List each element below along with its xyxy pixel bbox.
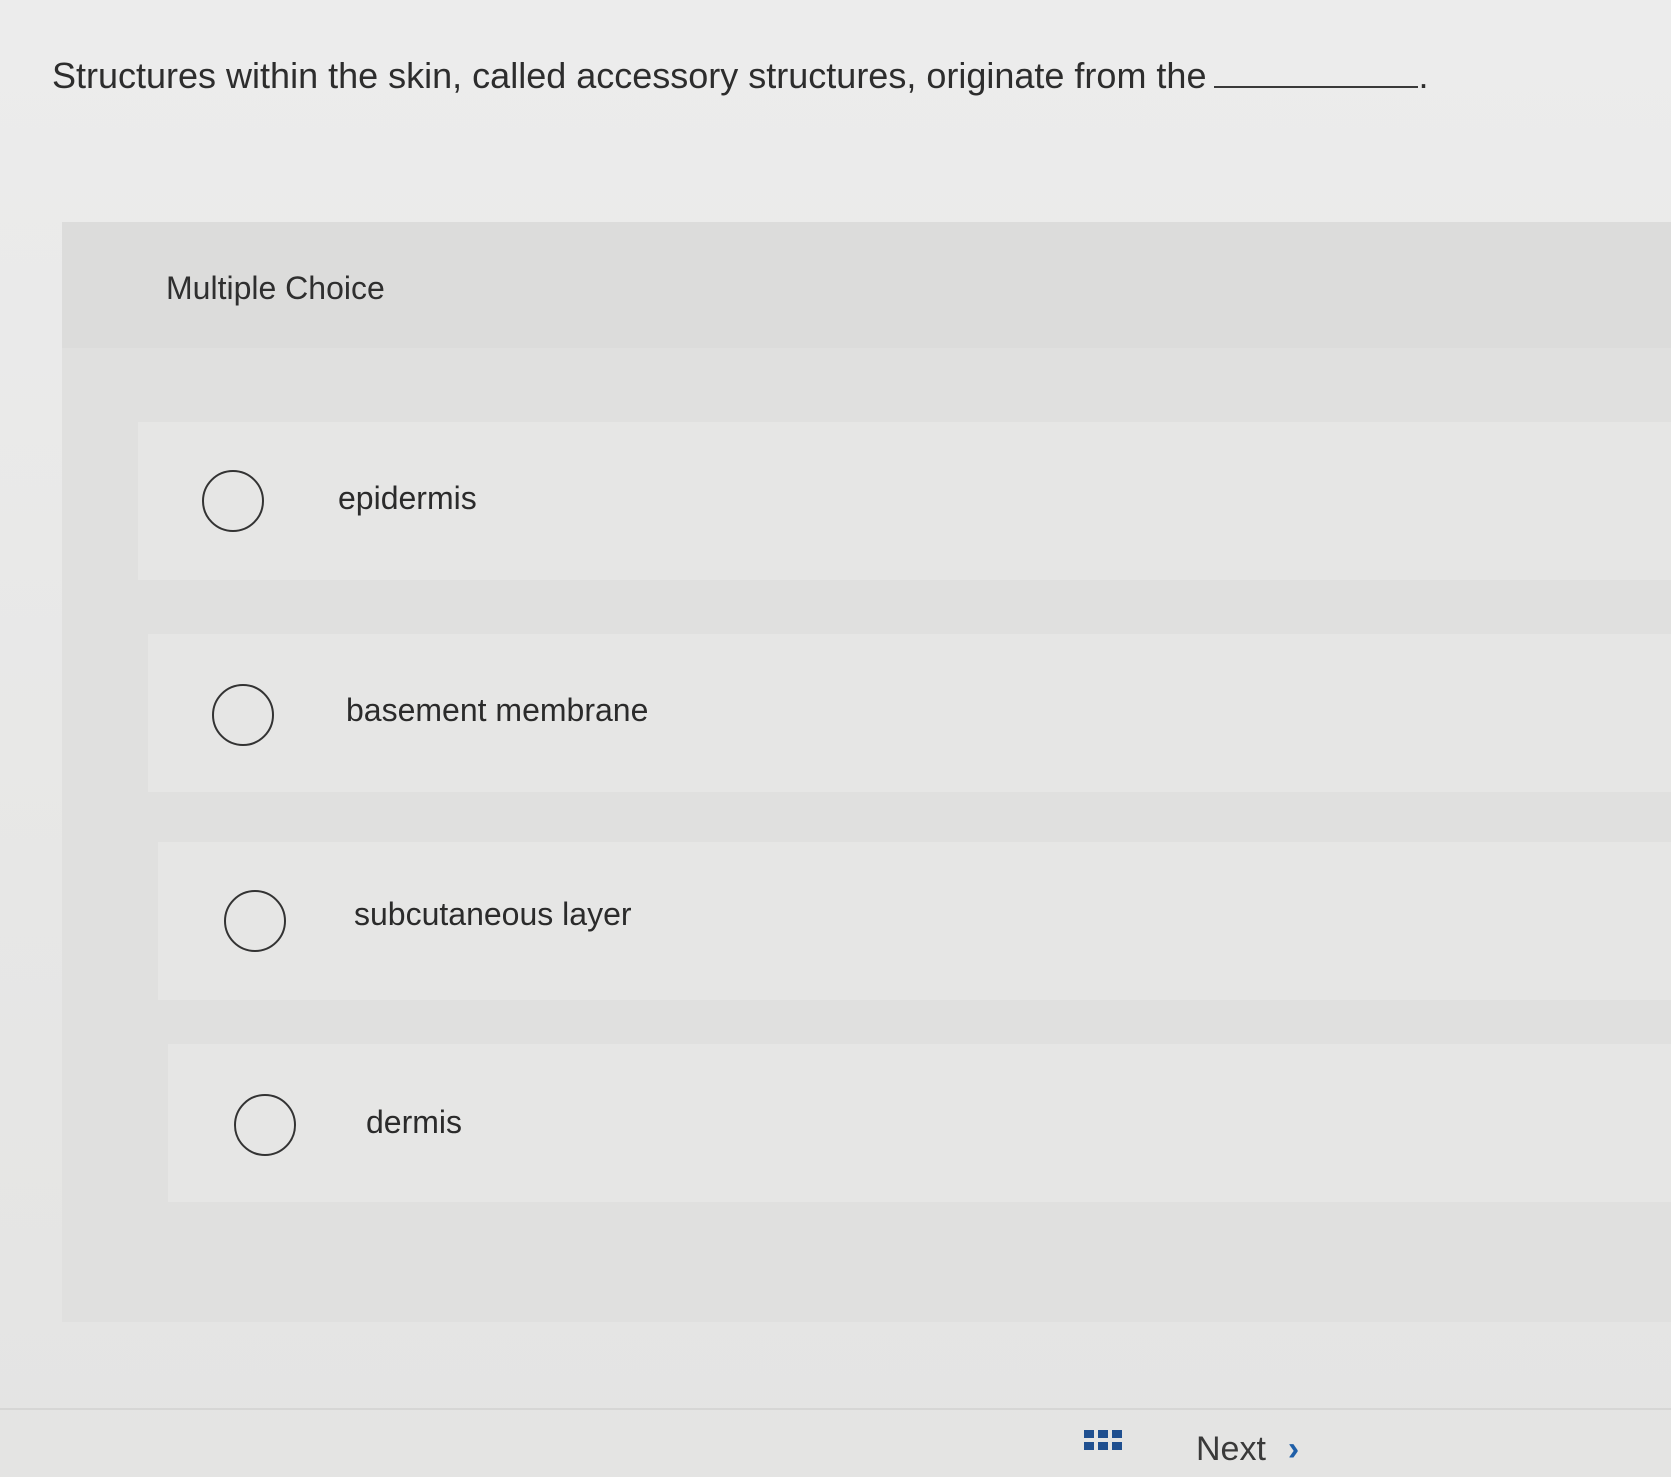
footer-nav: Next › [0, 1410, 1671, 1477]
choice-header: Multiple Choice [62, 222, 1671, 348]
choice-option-dermis[interactable]: dermis [168, 1044, 1671, 1202]
radio-button-icon[interactable] [224, 890, 286, 952]
multiple-choice-panel: Multiple Choice epidermis basement membr… [62, 222, 1671, 1322]
choice-label: dermis [366, 1104, 463, 1140]
choice-label: subcutaneous layer [354, 896, 632, 932]
radio-button-icon[interactable] [234, 1094, 296, 1156]
question-suffix: . [1418, 55, 1429, 96]
question-text: Structures within the skin, called acces… [52, 55, 1207, 96]
next-button[interactable]: Next › [1196, 1430, 1299, 1469]
chevron-right-icon: › [1287, 1430, 1300, 1468]
radio-button-icon[interactable] [212, 684, 274, 746]
choice-label: basement membrane [346, 692, 649, 728]
quiz-page: Structures within the skin, called acces… [0, 0, 1671, 1477]
question-type-label: Multiple Choice [166, 270, 385, 306]
radio-button-icon[interactable] [202, 470, 264, 532]
answer-blank [1214, 54, 1419, 88]
choice-option-subcutaneous-layer[interactable]: subcutaneous layer [158, 842, 1671, 1000]
choice-option-epidermis[interactable]: epidermis [138, 422, 1671, 580]
next-label: Next [1196, 1430, 1266, 1468]
grid-icon[interactable] [1084, 1430, 1124, 1450]
question-prompt: Structures within the skin, called acces… [52, 52, 1429, 100]
choice-label: epidermis [338, 480, 477, 516]
choice-option-basement-membrane[interactable]: basement membrane [148, 634, 1671, 792]
